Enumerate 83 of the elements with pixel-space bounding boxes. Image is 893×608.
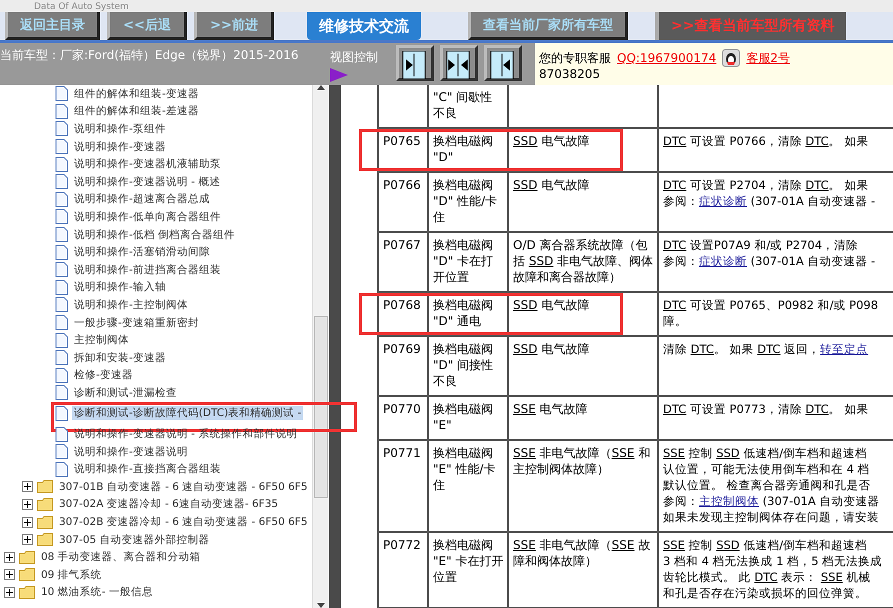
link[interactable]: 症状诊断 — [699, 254, 747, 268]
support-number: 87038205 — [539, 67, 600, 81]
fault-description: SSD 电气故障 — [513, 178, 590, 192]
tree-item[interactable]: 说明和操作-直接挡离合器组装 — [72, 462, 223, 476]
tree-item[interactable]: 说明和操作-变速器 — [72, 140, 168, 154]
dtc-code: P0768 — [383, 298, 421, 312]
tree-item[interactable]: 08 手动变速器、离合器和分动箱 — [39, 550, 203, 564]
action-text: 参阅：主控制阀体 (307-01A 自动变速器 — [663, 493, 880, 509]
tree-item[interactable]: 诊断和测试-泄漏检查 — [72, 386, 179, 400]
action-text: SSE 控制 SSD 低速档/倒车档和超速档 — [663, 537, 868, 553]
tree-item[interactable]: 组件的解体和组装-变速器 — [72, 86, 201, 101]
tree-item[interactable]: 说明和操作-前进挡离合器组装 — [72, 262, 223, 277]
tree-item[interactable]: 307-01B 自动变速器 - 6 速自动变速器 - 6F50 6F5 — [57, 480, 310, 494]
tree-item[interactable]: 说明和操作-变速器说明 — [72, 444, 190, 459]
tree-item[interactable]: 说明和操作-低单向离合器组件 — [72, 210, 223, 224]
tree-item[interactable]: 主控制阀体 — [72, 333, 131, 348]
tree-item[interactable]: 一般步骤-变速箱重新密封 — [72, 316, 201, 330]
nav-button[interactable]: 维修技术交流 — [307, 12, 421, 40]
dtc-code: P0766 — [383, 178, 421, 192]
link[interactable]: 主控制阀体 — [699, 494, 759, 508]
component-name: 换档电磁阀 "D" — [433, 134, 493, 164]
tree-item[interactable]: 说明和操作-超速离合器总成 — [72, 192, 212, 206]
dtc-code: P0771 — [383, 446, 421, 460]
component-name: 换档电磁阀 "E" 卡在打开位置 — [433, 538, 504, 584]
dtc-code: P0765 — [383, 134, 421, 148]
tree-item[interactable]: 10 燃油系统- 一般信息 — [39, 585, 155, 600]
action-text: 参阅：症状诊断 (307-01A 自动变速器 - — [663, 193, 876, 209]
action-text: 3 档和 4 档无法换成 1 档，5 档无法换成 — [663, 553, 884, 569]
tree-item[interactable]: 拆卸和安装-变速器 — [72, 350, 168, 365]
action-text: DTC 可设置 P0765、P0982 和/或 P098 — [663, 297, 880, 313]
link[interactable]: 转至定点 — [820, 342, 868, 356]
tree-item[interactable]: 说明和操作-主控制阀体 — [72, 298, 190, 312]
tree-item[interactable]: 09 排气系统 — [39, 568, 104, 582]
action-text: 如果未发现主控制阀体存在问题，请安装 — [663, 509, 880, 525]
action-text: DTC 可设置 P0766，清除 DTC。 如果 — [663, 133, 870, 149]
action-text: 障。 — [663, 313, 688, 329]
tree-item[interactable]: 说明和操作-变速器说明 - 概述 — [72, 174, 222, 189]
view-control-label: 视图控制 — [330, 49, 379, 66]
tree-item[interactable]: 说明和操作-泵组件 — [72, 122, 168, 136]
tree-item[interactable]: 307-02B 变速器冷却 - 6 速自动变速器 - 6F50 6F5 — [57, 515, 310, 530]
tree-item[interactable]: 说明和操作-低档 倒档离合器组件 — [72, 228, 238, 242]
action-text: SSE 控制 SSD 低速档/倒车档和超速档 — [663, 445, 868, 461]
current-model-text: 当前车型：厂家:Ford(福特）Edge（锐界）2015-2016 — [0, 47, 300, 64]
app-title: Data Of Auto System — [34, 3, 129, 12]
action-text: DTC 设置P07A9 和/或 P2704，清除 — [663, 237, 860, 253]
tree-item[interactable]: 307-05 自动变速器外部控制器 — [57, 532, 212, 547]
qq-link[interactable]: QQ:1967900174 — [617, 51, 716, 65]
action-text: 清除 DTC。 如果 DTC 返回，转至定点 — [663, 341, 870, 357]
dtc-code: P0769 — [383, 342, 421, 356]
action-text: DTC 可设置 P0773，清除 DTC。 如果 — [663, 401, 870, 417]
action-text: 和孔是否存在污染或损坏的回位弹簧。 — [663, 585, 868, 601]
tree-item[interactable]: 检修-变速器 — [72, 368, 135, 382]
action-text: 默认位置。 检查离合器旁通阀和孔是否 — [663, 477, 872, 493]
tree-item[interactable]: 组件的解体和组装-差速器 — [72, 104, 201, 118]
action-text: 齿轮比模式。 此 DTC 表示： SSE 机械 — [663, 569, 872, 585]
fault-description: SSE 电气故障 — [513, 402, 588, 416]
fault-description: SSD 电气故障 — [513, 342, 590, 356]
component-name: "C" 间歇性不良 — [433, 90, 492, 120]
dtc-code: P0770 — [383, 402, 421, 416]
dtc-code: P0772 — [383, 538, 421, 552]
tree-item[interactable]: 说明和操作-活塞销滑动间隙 — [72, 245, 212, 260]
tree-item[interactable]: 诊断和测试-诊断故障代码(DTC)表和精确测试 - — [72, 406, 304, 420]
tree-item[interactable]: 307-02A 变速器冷却 - 6速自动变速器- 6F35 — [57, 497, 280, 512]
action-text: 参阅：症状诊断 (307-01A 自动变速器 - — [663, 253, 876, 269]
action-text: 认位置，可能无法使用倒车档和在 4 档 — [663, 461, 871, 477]
tree-item[interactable]: 说明和操作-变速器机液辅助泵 — [72, 157, 223, 172]
component-name: 换档电磁阀 "E" 性能/卡住 — [433, 446, 496, 492]
component-name: 换档电磁阀 "D" 通电 — [433, 298, 493, 328]
component-name: 换档电磁阀 "D" 性能/卡住 — [433, 178, 498, 224]
action-text: DTC 可设置 P2704，清除 DTC。 如果 — [663, 177, 870, 193]
link[interactable]: 症状诊断 — [699, 194, 747, 208]
fault-description: SSD 电气故障 — [513, 134, 590, 148]
fault-description: O/D 离合器系统故障（包括 SSD 非电气故障、阀体故障和离合器故障） — [513, 238, 654, 284]
component-name: 换档电磁阀 "E" — [433, 402, 493, 432]
fault-description: SSE 非电气故障（SSE 和主控制阀体故障） — [513, 446, 650, 476]
dtc-code: P0767 — [383, 238, 421, 252]
component-name: 换档电磁阀 "D" 卡在打开位置 — [433, 238, 494, 284]
fault-description: SSD 电气故障 — [513, 298, 590, 312]
agent-link[interactable]: 客服2号 — [746, 50, 790, 66]
tree-item[interactable]: 说明和操作-输入轴 — [72, 280, 168, 294]
component-name: 换档电磁阀 "D" 间接性不良 — [433, 342, 494, 388]
fault-description: SSE 非电气故障（SSE 故障和阀体故障） — [513, 538, 650, 568]
support-label: 您的专职客服 — [539, 50, 611, 66]
